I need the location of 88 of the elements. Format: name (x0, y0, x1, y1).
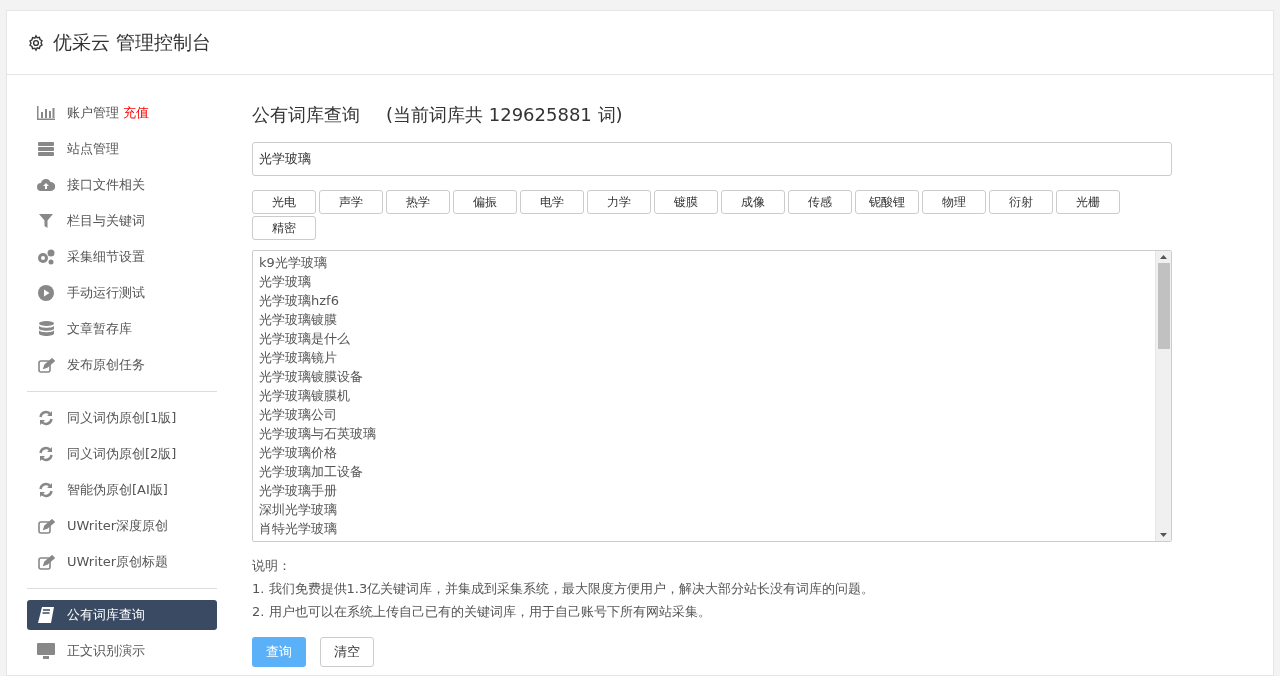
sidebar-item[interactable]: 智能伪原创[AI版] (27, 472, 217, 508)
scrollbar[interactable] (1155, 251, 1171, 541)
keyword-option[interactable]: 光学玻璃与石英玻璃 (259, 424, 1155, 443)
tag-button[interactable]: 衍射 (989, 190, 1053, 214)
edit-icon (37, 357, 55, 373)
sidebar-item-label: 栏目与关键词 (67, 212, 145, 231)
tag-button[interactable]: 铌酸锂 (855, 190, 919, 214)
tag-button[interactable]: 精密 (252, 216, 316, 240)
sidebar-item[interactable]: 正文识别演示 (27, 633, 217, 669)
sidebar-item-label: 智能伪原创[AI版] (67, 481, 168, 500)
sidebar-item-label: 账户管理 (67, 104, 119, 123)
refresh-icon (38, 446, 54, 462)
sidebar-item[interactable]: 账户管理 充值 (27, 95, 217, 131)
tag-button[interactable]: 电学 (520, 190, 584, 214)
keyword-option[interactable]: 肖特光学玻璃 (259, 519, 1155, 538)
keyword-option[interactable]: 光学玻璃hzf6 (259, 291, 1155, 310)
settings-icon (27, 33, 45, 52)
sidebar-item[interactable]: 栏目与关键词 (27, 203, 217, 239)
sidebar-item[interactable]: UWriter原创标题 (27, 544, 217, 580)
refresh-icon (38, 482, 54, 498)
keyword-option[interactable]: 光学玻璃镀膜设备 (259, 367, 1155, 386)
sidebar-item[interactable]: 发布原创任务 (27, 347, 217, 383)
scroll-thumb[interactable] (1157, 263, 1170, 349)
sidebar-item[interactable]: UWriter深度原创 (27, 508, 217, 544)
sidebar-item-label: UWriter原创标题 (67, 553, 169, 572)
tag-button[interactable]: 镀膜 (654, 190, 718, 214)
keyword-option[interactable]: 深圳光学玻璃 (259, 500, 1155, 519)
book-icon (38, 607, 54, 623)
sidebar-item[interactable]: 同义词伪原创[1版] (27, 400, 217, 436)
tag-button[interactable]: 物理 (922, 190, 986, 214)
keyword-option[interactable]: 光学玻璃加工设备 (259, 462, 1155, 481)
tag-button[interactable]: 力学 (587, 190, 651, 214)
sidebar-item-label: 手动运行测试 (67, 284, 145, 303)
sidebar-item-label: 同义词伪原创[2版] (67, 445, 177, 464)
tag-button[interactable]: 光栅 (1056, 190, 1120, 214)
sidebar-item[interactable]: 文章暂存库 (27, 311, 217, 347)
tag-button[interactable]: 偏振 (453, 190, 517, 214)
sidebar-item[interactable]: 公有词库查询 (27, 600, 217, 630)
search-field[interactable]: 光学玻璃 (252, 142, 1172, 176)
filter-icon (39, 214, 53, 228)
server-icon (38, 142, 54, 156)
keyword-option[interactable]: 光学玻璃 (259, 272, 1155, 291)
clear-button[interactable]: 清空 (320, 637, 374, 667)
keyword-option[interactable]: 光学玻璃镜片 (259, 348, 1155, 367)
sidebar-item[interactable]: 同义词伪原创[2版] (27, 436, 217, 472)
sidebar-item-label: 文章暂存库 (67, 320, 132, 339)
tag-button[interactable]: 热学 (386, 190, 450, 214)
scroll-down-icon[interactable] (1160, 533, 1167, 537)
tag-button[interactable]: 成像 (721, 190, 785, 214)
keyword-option[interactable]: 光学玻璃公司 (259, 405, 1155, 424)
word-count: (当前词库共 129625881 词) (386, 103, 623, 127)
play-icon (38, 285, 54, 301)
sidebar-item[interactable]: 接口文件相关 (27, 167, 217, 203)
note-text: 2. 用户也可以在系统上传自己已有的关键词库，用于自己账号下所有网站采集。 (252, 603, 712, 621)
keyword-option[interactable]: 光学玻璃镀膜 (259, 310, 1155, 329)
sidebar-item[interactable]: 手动运行测试 (27, 275, 217, 311)
refresh-icon (38, 410, 54, 426)
sidebar-item-label: 采集细节设置 (67, 248, 145, 267)
page-title: 公有词库查询 (252, 103, 360, 127)
recharge-link[interactable]: 充值 (123, 103, 149, 123)
console-title: 优采云 管理控制台 (53, 30, 212, 56)
cloud-upload-icon (37, 178, 55, 192)
note-text: 1. 我们免费提供1.3亿关键词库，并集成到采集系统，最大限度方便用户，解决大部分站长没有词库的问题。 (252, 580, 876, 598)
edit-icon (37, 518, 55, 534)
sidebar-item-label: 正文识别演示 (67, 642, 145, 661)
sidebar-item-label: UWriter深度原创 (67, 517, 169, 536)
keyword-option[interactable]: 光学玻璃是什么 (259, 329, 1155, 348)
sidebar-item-label: 同义词伪原创[1版] (67, 409, 177, 428)
sidebar-item[interactable]: 站点管理 (27, 131, 217, 167)
gears-icon (37, 249, 55, 265)
keyword-option[interactable]: 光学玻璃价格 (259, 443, 1155, 462)
bar-chart-icon (37, 106, 55, 120)
sidebar-item-label: 公有词库查询 (67, 606, 145, 625)
sidebar-item-label: 发布原创任务 (67, 356, 145, 375)
tag-button[interactable]: 传感 (788, 190, 852, 214)
sidebar-item-label: 接口文件相关 (67, 176, 145, 195)
tag-button[interactable]: 声学 (319, 190, 383, 214)
keyword-option[interactable]: k9光学玻璃 (259, 253, 1155, 272)
monitor-icon (37, 643, 55, 659)
edit-icon (37, 554, 55, 570)
scroll-up-icon[interactable] (1160, 255, 1167, 259)
tag-button[interactable]: 光电 (252, 190, 316, 214)
sidebar-item[interactable]: 采集细节设置 (27, 239, 217, 275)
keyword-option[interactable]: 光学玻璃镀膜机 (259, 386, 1155, 405)
keyword-option[interactable]: 光学玻璃手册 (259, 481, 1155, 500)
database-icon (38, 321, 54, 337)
notes-heading: 说明： (252, 557, 292, 575)
sidebar-item-label: 站点管理 (67, 140, 119, 159)
